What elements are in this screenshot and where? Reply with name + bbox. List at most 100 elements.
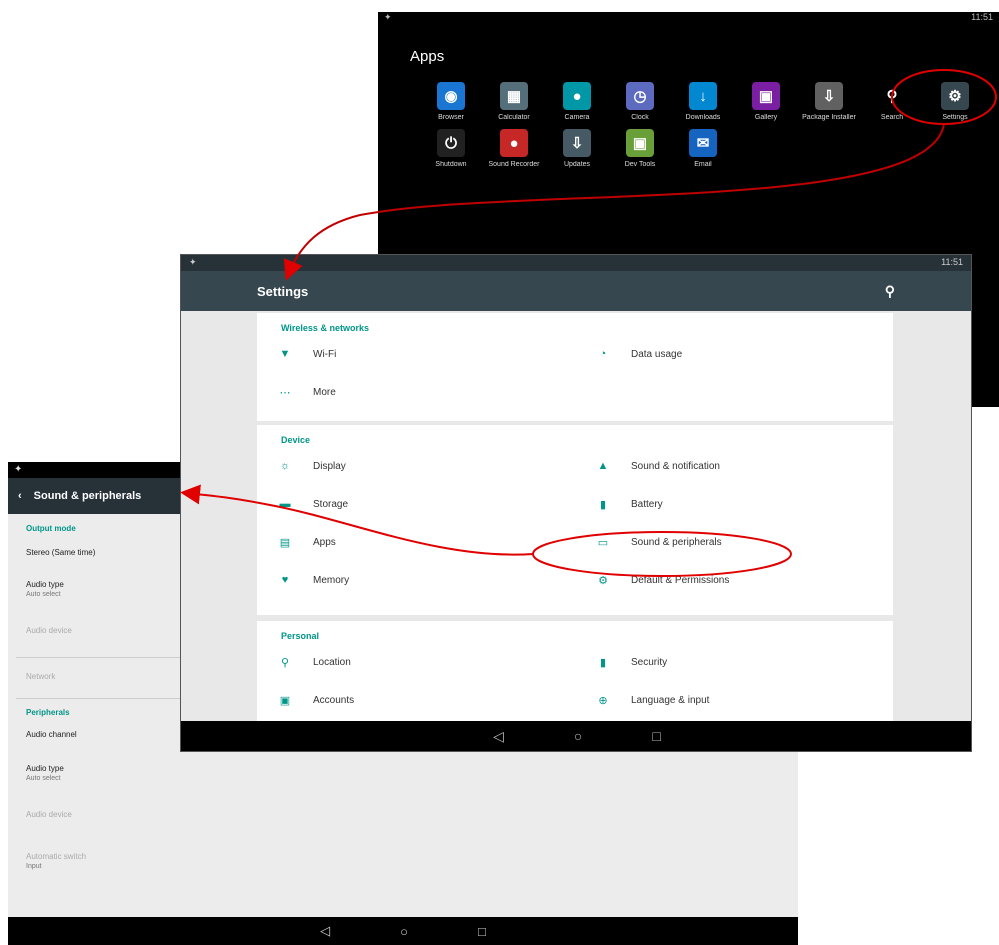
settings-screen: ✦ 11:51 Settings ⚲ Wireless & networks ▼ W… xyxy=(180,254,972,752)
peripheral-setting-value: Input xyxy=(26,863,42,870)
peripheral-setting-value: Auto select xyxy=(26,775,61,782)
app-tile[interactable]: ▣ Gallery xyxy=(731,82,801,121)
app-tile[interactable]: ◉ Browser xyxy=(416,82,486,121)
peripheral-setting-2[interactable]: Audio type Auto select xyxy=(26,580,64,598)
recents-icon[interactable]: □ xyxy=(652,728,660,744)
home-icon[interactable]: ○ xyxy=(400,924,408,939)
app-label: Email xyxy=(694,161,712,168)
left-column: ▼ Wi-Fi ⋯ More xyxy=(257,335,575,411)
left-column: ⚲ Location ▣ Accounts xyxy=(257,643,575,719)
app-tile[interactable]: ● Camera xyxy=(542,82,612,121)
globe-icon: ⊕ xyxy=(598,694,608,707)
app-label: Sound Recorder xyxy=(488,161,540,168)
back-icon[interactable]: ◁ xyxy=(493,728,504,745)
section-divider xyxy=(16,698,181,699)
peripherals-nav-bar: ◁ ○ □ xyxy=(8,917,798,945)
app-label: Clock xyxy=(631,114,649,121)
peripheral-setting-title: Automatic switch xyxy=(26,852,87,861)
search-icon: ⚲ xyxy=(878,82,906,110)
app-tile[interactable]: ✉ Email xyxy=(668,129,738,168)
app-label: Shutdown xyxy=(435,161,467,168)
settings-item-data-usage[interactable]: ◔ Data usage xyxy=(575,335,893,373)
recents-icon[interactable]: □ xyxy=(478,924,486,939)
settings-toolbar: Settings ⚲ xyxy=(181,271,971,311)
peripheral-setting-title: Audio type xyxy=(26,580,64,589)
peripheral-setting-6[interactable]: Audio channel xyxy=(26,730,77,739)
settings-item-label: Display xyxy=(313,460,346,472)
peripheral-setting-4[interactable]: Network xyxy=(26,672,55,681)
clock-icon: ◷ xyxy=(626,82,654,110)
settings-item-memory[interactable]: ♥ Memory xyxy=(257,561,575,599)
settings-item-storage[interactable]: ▬ Storage xyxy=(257,485,575,523)
notification-icon: ✦ xyxy=(14,464,23,475)
settings-nav-bar: ◁ ○ □ xyxy=(181,721,971,751)
camera-icon: ● xyxy=(563,82,591,110)
section-header: Personal xyxy=(281,631,320,641)
app-tile[interactable]: ↓ Downloads xyxy=(668,82,738,121)
settings-item-label: Wi-Fi xyxy=(313,348,337,360)
settings-item-sound-peripherals[interactable]: ▭ Sound & peripherals xyxy=(575,523,893,561)
home-icon[interactable]: ○ xyxy=(574,728,582,744)
power-icon: ⏻ xyxy=(437,129,465,157)
settings-item-label: More xyxy=(313,386,336,398)
app-tile[interactable]: ⚲ Search xyxy=(857,82,927,121)
section-grid: ☼ Display ▬ Storage ▤ Apps ♥ Memory ▲ Sound & not… xyxy=(257,447,893,599)
right-column: ▮ Security ⊕ Language & input xyxy=(575,643,893,719)
peripheral-setting-0: Output mode xyxy=(26,524,76,533)
settings-item-sound-notification[interactable]: ▲ Sound & notification xyxy=(575,447,893,485)
back-icon[interactable]: ◁ xyxy=(320,923,330,939)
app-label: Browser xyxy=(438,114,464,121)
settings-title: Settings xyxy=(257,283,309,299)
settings-item-accounts[interactable]: ▣ Accounts xyxy=(257,681,575,719)
peripheral-setting-1[interactable]: Stereo (Same time) xyxy=(26,548,95,557)
app-tile[interactable]: ▣ Dev Tools xyxy=(605,129,675,168)
lock-icon: ▮ xyxy=(599,656,607,669)
peripheral-setting-title: Stereo (Same time) xyxy=(26,548,96,557)
memory-icon: ♥ xyxy=(281,574,289,586)
globe-icon: ◉ xyxy=(437,82,465,110)
settings-item-language-input[interactable]: ⊕ Language & input xyxy=(575,681,893,719)
bell-icon: ▲ xyxy=(597,460,609,472)
app-tile[interactable]: ● Sound Recorder xyxy=(479,129,549,168)
back-arrow-icon[interactable]: ‹ xyxy=(18,490,22,502)
app-tile[interactable]: ⚙ Settings xyxy=(920,82,990,121)
location-icon: ⚲ xyxy=(280,656,290,669)
peripheral-setting-7[interactable]: Audio type Auto select xyxy=(26,764,64,782)
app-label: Settings xyxy=(942,114,968,121)
app-tile[interactable]: ⇩ Updates xyxy=(542,129,612,168)
peripheral-setting-9[interactable]: Automatic switch Input xyxy=(26,852,86,870)
display-icon: ☼ xyxy=(279,460,291,472)
settings-item-wi-fi[interactable]: ▼ Wi-Fi xyxy=(257,335,575,373)
search-icon[interactable]: ⚲ xyxy=(885,283,895,300)
peripheral-setting-5: Peripherals xyxy=(26,708,70,717)
app-tile[interactable]: ⏻ Shutdown xyxy=(416,129,486,168)
apps-icon: ▤ xyxy=(279,536,291,549)
settings-item-label: Memory xyxy=(313,574,350,586)
app-tile[interactable]: ⇩ Package Installer xyxy=(794,82,864,121)
peripheral-setting-3[interactable]: Audio device xyxy=(26,626,72,635)
settings-item-default-permissions[interactable]: ⚙ Default & Permissions xyxy=(575,561,893,599)
peripheral-setting-title: Audio channel xyxy=(26,730,77,739)
settings-item-display[interactable]: ☼ Display xyxy=(257,447,575,485)
settings-status-time: 11:51 xyxy=(941,257,963,267)
peripheral-setting-title: Audio type xyxy=(26,764,64,773)
settings-item-location[interactable]: ⚲ Location xyxy=(257,643,575,681)
settings-item-label: Apps xyxy=(313,536,336,548)
app-label: Gallery xyxy=(754,114,778,121)
settings-item-label: Sound & peripherals xyxy=(631,536,722,548)
settings-item-security[interactable]: ▮ Security xyxy=(575,643,893,681)
apps-status-time: 11:51 xyxy=(971,12,993,22)
settings-item-apps[interactable]: ▤ Apps xyxy=(257,523,575,561)
settings-item-more[interactable]: ⋯ More xyxy=(257,373,575,411)
settings-item-battery[interactable]: ▮ Battery xyxy=(575,485,893,523)
section-grid: ▼ Wi-Fi ⋯ More ◔ Data usage xyxy=(257,335,893,411)
app-tile[interactable]: ▦ Calculator xyxy=(479,82,549,121)
settings-item-label: Location xyxy=(313,656,351,668)
settings-section-card: Wireless & networks ▼ Wi-Fi ⋯ More ◔ Data usag… xyxy=(257,313,893,421)
app-tile[interactable]: ◷ Clock xyxy=(605,82,675,121)
notification-icon: ✦ xyxy=(189,257,197,267)
peripheral-setting-title: Peripherals xyxy=(26,708,70,717)
settings-item-label: Security xyxy=(631,656,668,668)
peripheral-setting-8[interactable]: Audio device xyxy=(26,810,72,819)
gallery-icon: ▣ xyxy=(752,82,780,110)
